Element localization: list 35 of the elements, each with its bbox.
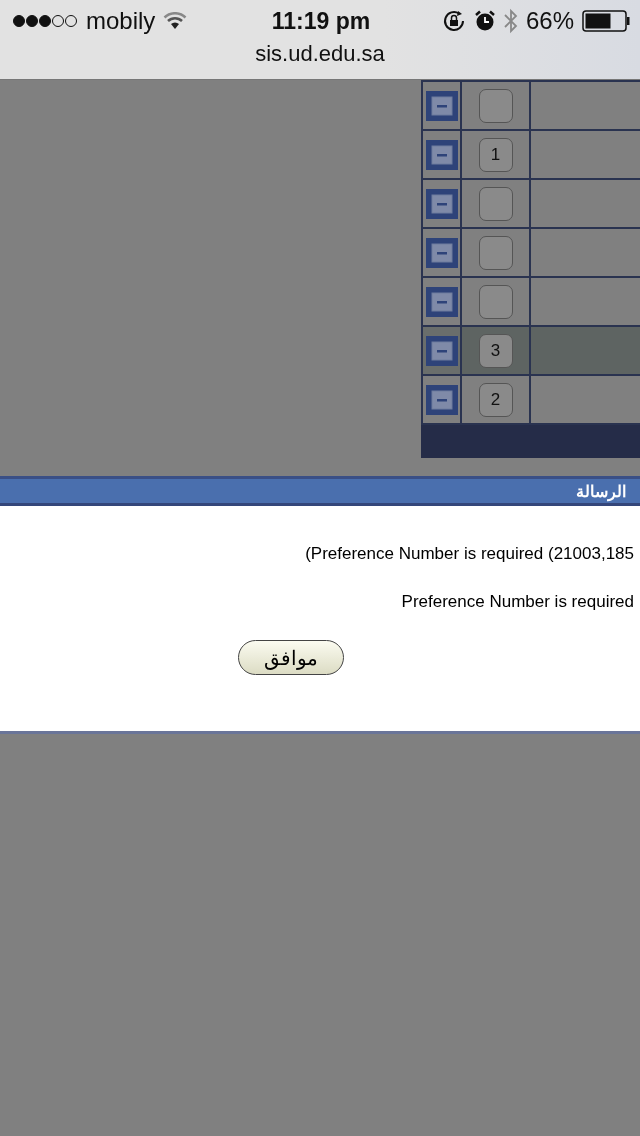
table-row[interactable] [423,278,640,325]
remove-button[interactable] [425,286,458,317]
ok-button[interactable]: موافق [238,640,344,675]
table-row[interactable]: 1 [423,131,640,178]
table-row[interactable] [423,229,640,276]
remove-button[interactable] [425,139,458,170]
error-message: (Preference Number is required (21003,185 [305,544,634,564]
clock-time: 11:19 pm [271,7,371,35]
url-text: sis.ud.edu.sa [255,42,385,66]
rotation-lock-icon [441,9,466,33]
remove-button[interactable] [425,90,458,121]
carrier-name: mobily [86,7,156,35]
preference-input[interactable] [478,284,513,319]
remove-button[interactable] [425,237,458,268]
alarm-icon [473,10,496,32]
signal-icon [12,14,78,28]
error-message: Preference Number is required [401,592,634,612]
preference-input[interactable]: 1 [478,137,513,172]
preference-input[interactable] [478,88,513,123]
preference-input[interactable]: 3 [478,333,513,368]
wifi-icon [163,12,188,30]
bluetooth-icon [503,8,518,34]
preference-input[interactable]: 2 [478,382,513,417]
table-row[interactable] [423,82,640,129]
battery-icon [582,10,630,32]
preference-input[interactable] [478,186,513,221]
preference-input[interactable] [478,235,513,270]
dialog-title: الرسالة [576,481,626,501]
table-row[interactable]: 2 [423,376,640,423]
table-row[interactable] [423,180,640,227]
battery-percentage: 66% [525,7,574,35]
table-row[interactable]: 3 [423,327,640,374]
remove-button[interactable] [425,188,458,219]
remove-button[interactable] [425,384,458,415]
remove-button[interactable] [425,335,458,366]
